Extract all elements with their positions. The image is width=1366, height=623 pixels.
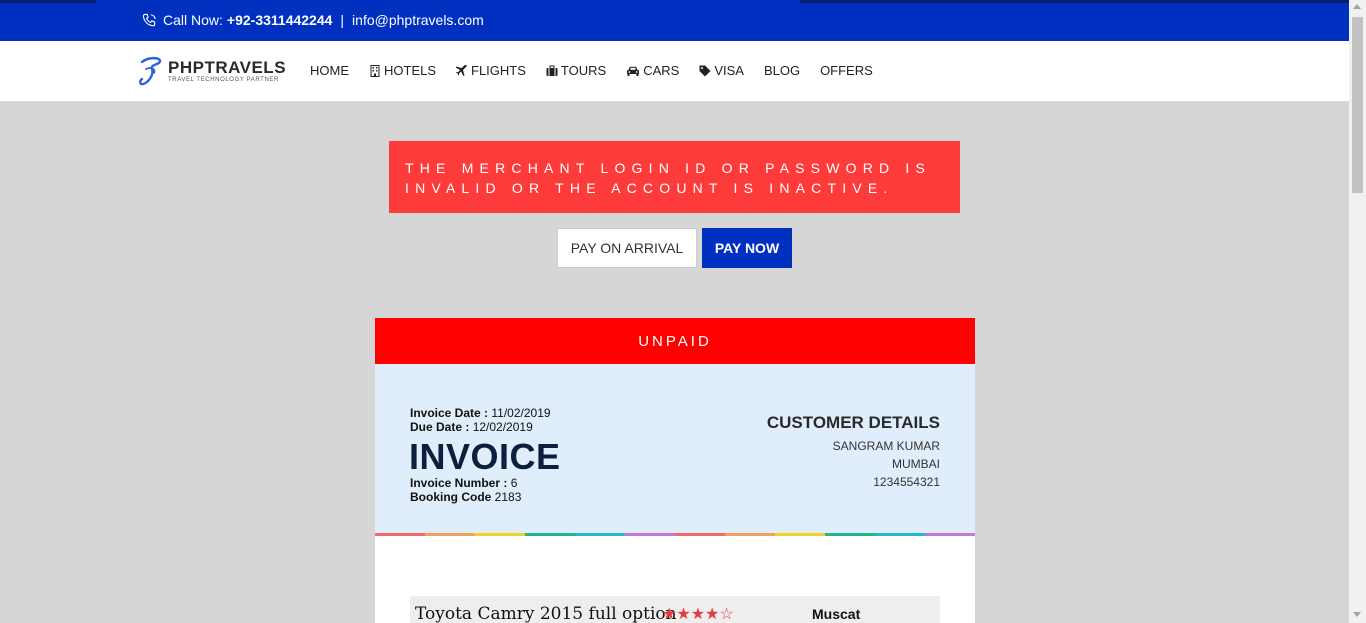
nav-menu: HOME HOTELS FLIGHTS TOURS CARS VISA BLOG… — [310, 63, 893, 78]
pay-now-button[interactable]: PAY NOW — [702, 228, 792, 268]
phone-number-link[interactable]: +92-3311442244 — [227, 12, 333, 28]
invoice-date-label: Invoice Date : — [410, 406, 489, 420]
contact-info: Call Now: +92-3311442244 | info@phptrave… — [142, 12, 484, 28]
contact-separator: | — [340, 12, 345, 28]
scroll-down-arrow-icon[interactable] — [1353, 612, 1361, 617]
star-rating: ★★★★☆ — [662, 604, 734, 623]
topbar-edge-right — [800, 0, 1349, 3]
tag-icon — [699, 65, 711, 76]
nav-offers-label: OFFERS — [820, 63, 873, 78]
topbar-edge-left — [0, 0, 96, 3]
invoice-item-row: Toyota Camry 2015 full option ★★★★☆ Musc… — [410, 596, 940, 623]
nav-tours[interactable]: TOURS — [546, 63, 606, 78]
star-empty-icon: ☆ — [719, 606, 734, 623]
nav-offers[interactable]: OFFERS — [820, 63, 873, 78]
customer-name: SANGRAM KUMAR — [832, 439, 940, 453]
invoice-status-banner: UNPAID — [375, 318, 975, 364]
star-filled-icon: ★★★★ — [662, 606, 720, 623]
phone-icon — [142, 13, 156, 26]
due-date: 12/02/2019 — [472, 420, 533, 434]
main-navbar: PHPTRAVELS TRAVEL TECHNOLOGY PARTNER HOM… — [0, 41, 1349, 101]
nav-cars-label: CARS — [643, 63, 680, 78]
customer-city: MUMBAI — [892, 457, 940, 471]
item-location: Muscat — [812, 606, 861, 622]
customer-phone: 1234554321 — [873, 475, 940, 489]
customer-details-title: CUSTOMER DETAILS — [766, 413, 940, 432]
booking-code: 2183 — [494, 490, 522, 504]
nav-hotels-label: HOTELS — [384, 63, 437, 78]
suitcase-icon — [546, 65, 558, 76]
nav-home-label: HOME — [310, 63, 349, 78]
invoice-header: Invoice Date : 11/02/2019 Due Date : 12/… — [375, 364, 975, 533]
invoice-number: 6 — [510, 476, 518, 490]
site-logo[interactable]: PHPTRAVELS TRAVEL TECHNOLOGY PARTNER — [138, 55, 286, 87]
call-now-label: Call Now: — [163, 12, 223, 28]
nav-blog[interactable]: BLOG — [764, 63, 800, 78]
building-icon — [370, 64, 380, 77]
nav-visa[interactable]: VISA — [699, 63, 744, 78]
pay-on-arrival-button[interactable]: PAY ON ARRIVAL — [557, 228, 697, 268]
logo-tagline: TRAVEL TECHNOLOGY PARTNER — [168, 76, 279, 83]
car-icon — [627, 66, 640, 76]
logo-mark-icon — [139, 56, 162, 86]
payment-error-alert: THE MERCHANT LOGIN ID OR PASSWORD IS INV… — [389, 141, 960, 213]
booking-code-label: Booking Code — [410, 490, 492, 504]
invoice-date: 11/02/2019 — [491, 406, 551, 420]
logo-name: PHPTRAVELS — [168, 57, 287, 77]
item-name: Toyota Camry 2015 full option — [415, 604, 677, 623]
nav-flights-label: FLIGHTS — [471, 63, 526, 78]
nav-home[interactable]: HOME — [310, 63, 349, 78]
page-scrollbar[interactable] — [1349, 0, 1366, 623]
customer-details: CUSTOMER DETAILS SANGRAM KUMAR MUMBAI 12… — [767, 413, 940, 491]
invoice-dates: Invoice Date : 11/02/2019 Due Date : 12/… — [410, 406, 551, 434]
plane-icon — [456, 64, 468, 76]
invoice-number-label: Invoice Number : — [410, 476, 508, 490]
due-date-label: Due Date : — [410, 420, 470, 434]
scroll-thumb[interactable] — [1352, 17, 1363, 193]
nav-flights[interactable]: FLIGHTS — [456, 63, 526, 78]
nav-visa-label: VISA — [714, 63, 744, 78]
email-link[interactable]: info@phptravels.com — [352, 12, 484, 28]
nav-blog-label: BLOG — [763, 63, 801, 78]
invoice-body: Toyota Camry 2015 full option ★★★★☆ Musc… — [375, 536, 975, 623]
nav-tours-label: TOURS — [560, 63, 607, 78]
nav-hotels[interactable]: HOTELS — [369, 63, 436, 78]
nav-cars[interactable]: CARS — [626, 63, 679, 78]
top-contact-bar: Call Now: +92-3311442244 | info@phptrave… — [0, 0, 1349, 41]
scroll-up-arrow-icon[interactable] — [1353, 4, 1361, 9]
invoice-title: INVOICE — [409, 436, 561, 477]
invoice-meta: Invoice Number : 6 Booking Code 2183 — [410, 476, 521, 504]
